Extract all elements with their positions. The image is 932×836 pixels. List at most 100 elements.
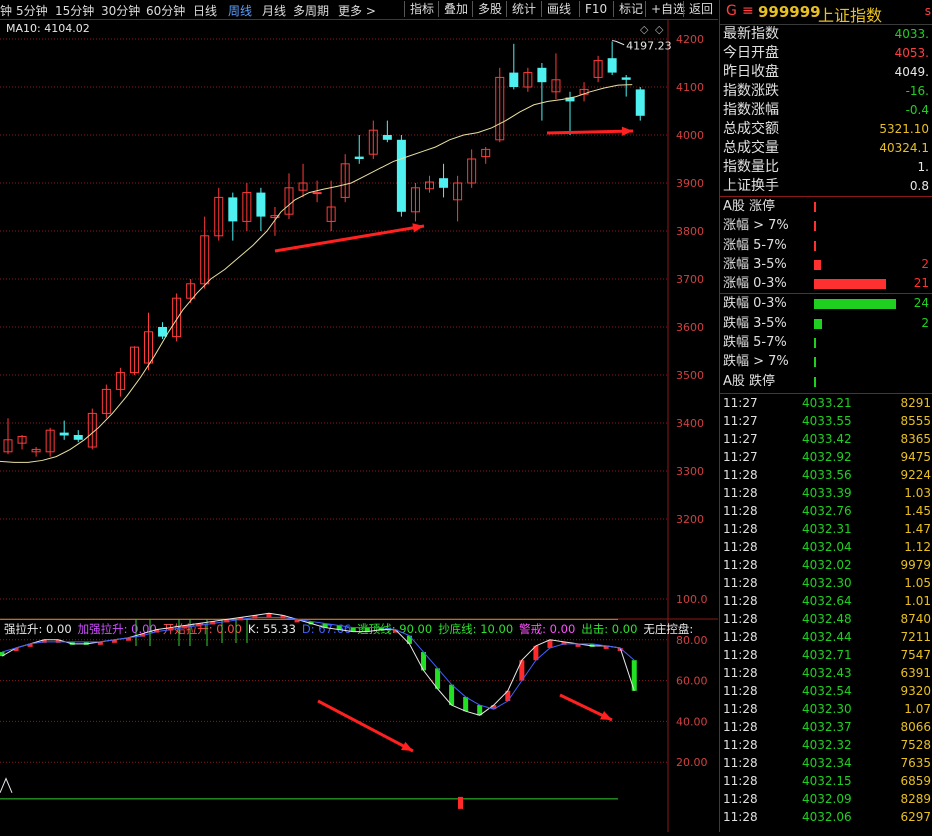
toolbar-button[interactable]: 返回 (683, 1, 713, 17)
high-price-label: 4197.23 (626, 39, 672, 52)
stat-row: 今日开盘 4053. (720, 44, 932, 63)
tick-volume: 9224 (900, 467, 931, 482)
tick-time: 11:28 (723, 611, 758, 626)
osc-tick-label: 40.00 (676, 715, 708, 728)
tick-time: 11:28 (723, 755, 758, 770)
price-tick-label: 4100 (676, 81, 704, 94)
breadth-label: 涨幅 0-3% (723, 276, 787, 292)
trend-arrow (546, 129, 634, 135)
timeframe-tab[interactable]: 月线 (262, 2, 286, 19)
tick-row: 11:28 4032.02 9979 (720, 556, 932, 574)
g-icon[interactable]: G (726, 3, 737, 19)
candle-body-down (621, 77, 631, 80)
price-tick-label: 3700 (676, 273, 704, 286)
tick-time: 11:28 (723, 773, 758, 788)
price-tick-label: 4000 (676, 129, 704, 142)
timeframe-tab[interactable]: 更多 > (338, 2, 376, 19)
toolbar-button[interactable]: 统计 (506, 1, 536, 17)
tick-volume: 1.47 (904, 521, 931, 536)
quote-stats: 最新指数 4033. 今日开盘 4053. 昨日收盘 4049. 指数涨跌 -16. 指数涨幅 -… (720, 25, 932, 196)
stat-value: 0.8 (909, 179, 929, 193)
tick-row: 11:28 4032.37 8066 (720, 718, 932, 736)
tick-price: 4032.76 (802, 503, 852, 518)
breadth-label: 涨幅 > 7% (723, 218, 789, 234)
tick-volume: 8740 (900, 611, 931, 626)
ma10-line (0, 84, 633, 463)
stat-label: 总成交额 (723, 121, 779, 137)
timeframe-tab[interactable]: 15分钟 (55, 2, 94, 19)
candle-body-down (256, 192, 266, 217)
kline-chart[interactable]: 4200 4100 4000 3900 3800 3700 3600 3500 3400 3300… (0, 19, 718, 832)
candle-body-down (73, 435, 83, 440)
tick-row: 11:27 4032.92 9475 (720, 448, 932, 466)
timeframe-tab[interactable]: 周线 (228, 2, 252, 19)
tick-price: 4032.44 (802, 629, 852, 644)
toolbar-button[interactable]: F10 (579, 1, 607, 17)
toolbar-button[interactable]: 标记 (613, 1, 643, 17)
breadth-row: A股 涨停 (720, 197, 932, 216)
toolbar-button[interactable]: 叠加 (438, 1, 468, 17)
tick-price: 4033.21 (802, 395, 852, 410)
stat-row: 指数量比 1. (720, 158, 932, 177)
candle-body-down (537, 67, 547, 83)
tick-volume: 8365 (900, 431, 931, 446)
stat-label: 指数涨跌 (723, 83, 779, 99)
tick-list[interactable]: 11:27 4033.21 8291 11:27 4033.55 8555 11:27 403… (720, 392, 932, 826)
candle-body-down (382, 135, 392, 140)
timeframe-tab[interactable]: 5分钟 (16, 2, 48, 19)
stat-value: 4033. (894, 27, 929, 41)
trend-arrow (274, 224, 425, 253)
tick-price: 4032.15 (802, 773, 852, 788)
tick-price: 4033.55 (802, 413, 852, 428)
candle-body-down (635, 89, 645, 116)
osc-tick-label: 60.00 (676, 675, 708, 688)
timeframe-tab[interactable]: 多周期 (293, 2, 329, 19)
tick-volume: 7547 (900, 647, 931, 662)
candle-body-down (439, 178, 449, 188)
search-icon[interactable]: s (925, 4, 931, 18)
timeframe-tab[interactable]: 60分钟 (146, 2, 185, 19)
toolbar-button[interactable]: +自选 (645, 1, 685, 17)
menu-icon[interactable]: ≡ (742, 3, 754, 19)
breadth-row: 涨幅 0-3% 21 (720, 274, 932, 293)
tick-price: 4032.71 (802, 647, 852, 662)
breadth-label: A股 跌停 (723, 373, 776, 389)
timeframe-tab[interactable]: 日线 (193, 2, 217, 19)
tick-time: 11:27 (723, 431, 758, 446)
breadth-label: 跌幅 0-3% (723, 296, 787, 312)
toolbar-button[interactable]: 画线 (541, 1, 571, 17)
indicator-label: 警戒: 0.00 (519, 622, 575, 636)
toolbar-button[interactable]: 指标 (404, 1, 434, 17)
candle-body-down (607, 58, 617, 73)
timeframe-tab[interactable]: 钟 (0, 2, 12, 19)
breadth-label: A股 涨停 (723, 199, 776, 214)
breadth-row: 跌幅 5-7% (720, 333, 932, 352)
stat-value: -16. (905, 84, 929, 98)
price-tick-label: 3400 (676, 417, 704, 430)
tick-volume: 6391 (900, 665, 931, 680)
stat-value: -0.4 (905, 103, 929, 117)
stat-value: 4053. (894, 46, 929, 60)
up_breadth-block: A股 涨停 涨幅 > 7% 涨幅 5-7% 涨幅 3-5% 2 涨幅 0-3% 21 (720, 196, 932, 293)
timeframe-tab[interactable]: 30分钟 (101, 2, 140, 19)
tick-volume: 7528 (900, 737, 931, 752)
high-marker-pointer (612, 39, 625, 46)
toolbar-button[interactable]: 多股 (472, 1, 502, 17)
tick-row: 11:28 4032.30 1.05 (720, 574, 932, 592)
tick-volume: 9475 (900, 449, 931, 464)
stat-row: 指数涨幅 -0.4 (720, 101, 932, 120)
stat-label: 最新指数 (723, 26, 779, 42)
breadth-label: 涨幅 5-7% (723, 237, 787, 253)
tick-price: 4032.92 (802, 449, 852, 464)
tick-time: 11:27 (723, 395, 758, 410)
price-tick-label: 3600 (676, 321, 704, 334)
tick-row: 11:28 4033.39 1.03 (720, 484, 932, 502)
tick-volume: 8289 (900, 791, 931, 806)
breadth-row: 跌幅 3-5% 2 (720, 314, 932, 333)
breadth-row: 涨幅 5-7% (720, 236, 932, 255)
stat-row: 昨日收盘 4049. (720, 63, 932, 82)
ma-label: MA10: 4104.02 (6, 22, 90, 35)
trend-arrow-head (412, 223, 424, 233)
tick-price: 4032.32 (802, 737, 852, 752)
tick-time: 11:28 (723, 539, 758, 554)
